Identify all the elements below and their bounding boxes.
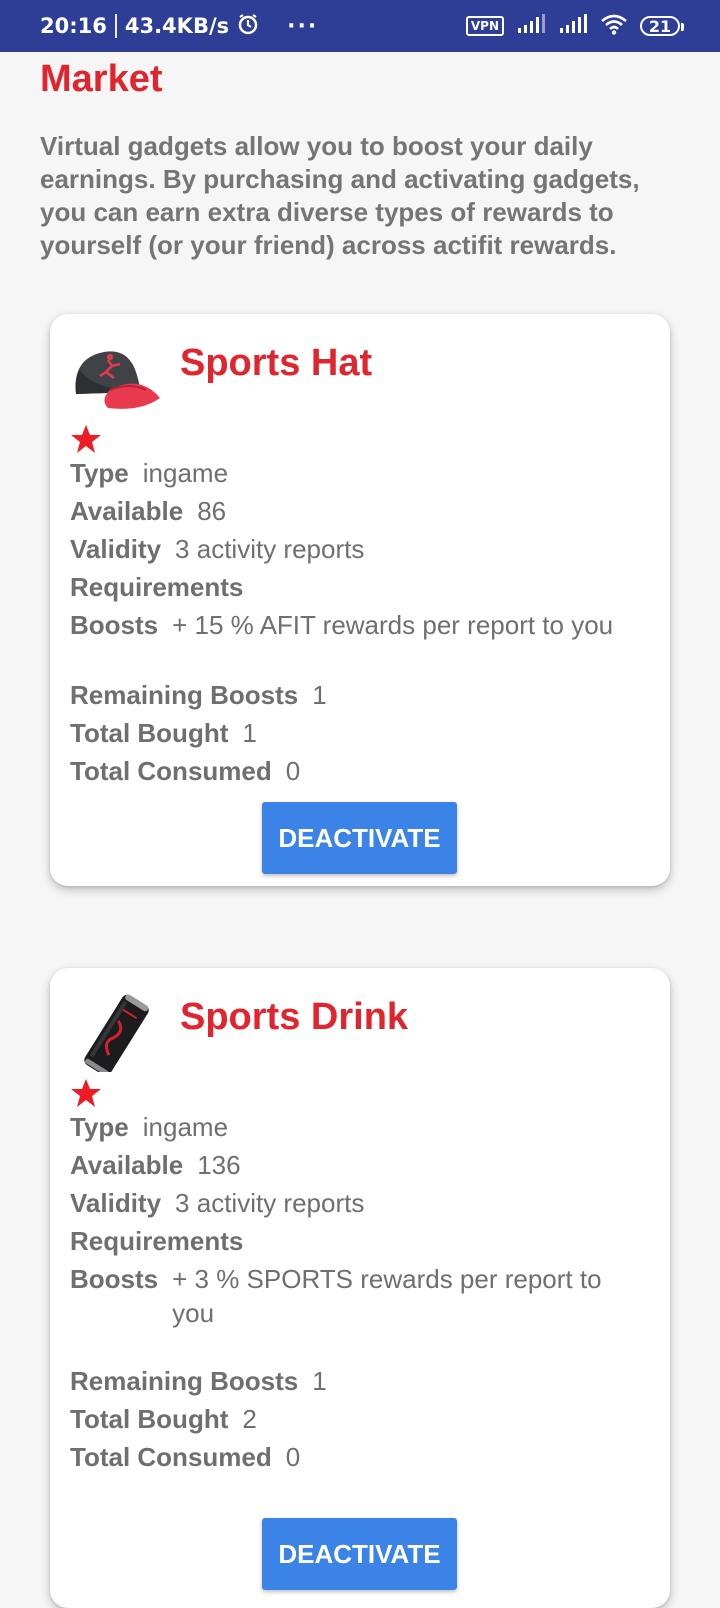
battery-level: 21 [648,16,672,36]
total-consumed-value: 0 [285,756,301,786]
validity-value: 3 activity reports [175,1188,365,1218]
remaining-boosts-value: 1 [312,1366,327,1396]
deactivate-button[interactable]: DEACTIVATE [262,802,457,874]
validity-label: Validity [70,1188,162,1218]
total-consumed-row: Total Consumed 0 [70,752,650,790]
validity-label: Validity [70,534,162,564]
item-details: Type ingame Available 86 Validity 3 acti… [70,454,650,790]
remaining-boosts-label: Remaining Boosts [70,680,299,710]
gadget-card: Sports Hat Type ingame Available 86 Vali… [50,314,670,886]
item-details: Type ingame Available 136 Validity 3 act… [70,1108,650,1476]
total-bought-label: Total Bought [70,1404,229,1434]
signal-icon-1 [516,13,546,39]
total-consumed-value: 0 [285,1442,301,1472]
available-row: Available 86 [70,492,650,530]
requirements-row: Requirements [70,568,650,606]
total-bought-value: 1 [242,718,257,748]
type-label: Type [70,1112,129,1142]
wifi-icon [600,13,628,40]
type-row: Type ingame [70,1108,650,1146]
available-row: Available 136 [70,1146,650,1184]
requirements-row: Requirements [70,1222,650,1260]
vpn-icon: VPN [465,16,504,36]
remaining-boosts-value: 1 [312,680,327,710]
star-icon [71,425,101,453]
validity-value: 3 activity reports [175,534,365,564]
type-value: ingame [142,1112,229,1142]
star-icon [71,1079,101,1107]
total-consumed-label: Total Consumed [70,756,272,786]
available-label: Available [70,496,184,526]
item-name: Sports Drink [180,996,409,1038]
status-time: 20:16 [40,14,107,38]
signal-icon-2 [558,13,588,39]
total-bought-label: Total Bought [70,718,229,748]
gadget-card: Sports Drink Type ingame Available 136 V… [50,968,670,1608]
total-bought-row: Total Bought 1 [70,714,650,752]
validity-row: Validity 3 activity reports [70,530,650,568]
remaining-boosts-row: Remaining Boosts 1 [70,1362,650,1400]
boosts-value: + 3 % SPORTS rewards per report to you [172,1264,602,1328]
available-label: Available [70,1150,184,1180]
available-value: 86 [197,496,227,526]
boosts-row: Boosts + 3 % SPORTS rewards per report t… [70,1260,650,1330]
type-row: Type ingame [70,454,650,492]
battery-icon: 21 [640,16,684,36]
sports-hat-icon [70,338,162,418]
boosts-row: Boosts + 15 % AFIT rewards per report to… [70,606,650,644]
status-bar: 20:16 43.4KB/s ··· VPN 21 [0,0,720,52]
page-title: Market [40,58,163,100]
total-consumed-label: Total Consumed [70,1442,272,1472]
boosts-value: + 15 % AFIT rewards per report to you [172,610,614,640]
remaining-boosts-row: Remaining Boosts 1 [70,676,650,714]
requirements-label: Requirements [70,572,244,602]
more-notifications-icon: ··· [287,13,319,39]
deactivate-button[interactable]: DEACTIVATE [262,1518,457,1590]
status-divider [114,14,117,38]
status-network-speed: 43.4KB/s [124,14,230,38]
total-bought-row: Total Bought 2 [70,1400,650,1438]
type-label: Type [70,458,129,488]
remaining-boosts-label: Remaining Boosts [70,1366,299,1396]
type-value: ingame [142,458,229,488]
alarm-icon [237,13,259,40]
requirements-label: Requirements [70,1226,244,1256]
validity-row: Validity 3 activity reports [70,1184,650,1222]
item-name: Sports Hat [180,342,373,384]
boosts-label: Boosts [70,1264,159,1294]
page-intro: Virtual gadgets allow you to boost your … [40,131,640,260]
sports-drink-icon [70,992,162,1076]
total-consumed-row: Total Consumed 0 [70,1438,650,1476]
available-value: 136 [197,1150,241,1180]
boosts-label: Boosts [70,610,159,640]
total-bought-value: 2 [242,1404,257,1434]
